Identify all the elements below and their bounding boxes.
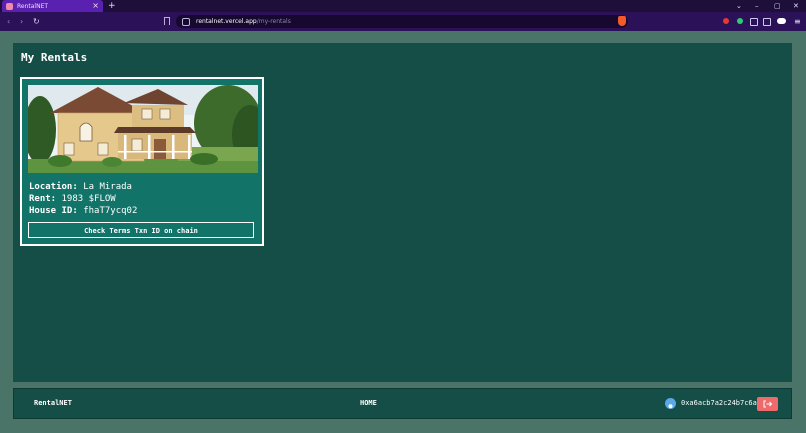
house-id-row: House ID: fhaT7ycq02: [29, 205, 137, 217]
location-row: Location: La Mirada: [29, 181, 137, 193]
back-icon[interactable]: ‹: [7, 12, 10, 31]
extension-record-icon[interactable]: [723, 18, 729, 24]
forward-icon[interactable]: ›: [20, 12, 23, 31]
url-path: /my-rentals: [256, 18, 291, 25]
maximize-icon[interactable]: ▢: [774, 0, 781, 12]
site-info-icon[interactable]: [182, 17, 190, 26]
house-id-value: fhaT7ycq02: [83, 206, 138, 216]
extensions-icon[interactable]: [750, 18, 758, 26]
logout-button[interactable]: [757, 397, 778, 411]
house-id-label: House ID:: [29, 206, 78, 216]
reload-icon[interactable]: ↻: [33, 12, 40, 31]
house-image: [28, 85, 258, 173]
minimize-icon[interactable]: –: [755, 0, 759, 12]
user-avatar-icon: [665, 398, 676, 409]
tab-list-icon[interactable]: ⌄: [736, 0, 742, 12]
bookmark-icon[interactable]: [164, 17, 170, 25]
footer: RentalNET HOME 0xa6acb7a2c24b7c6a: [13, 388, 792, 419]
new-tab-icon[interactable]: +: [108, 0, 116, 12]
close-window-icon[interactable]: ✕: [793, 0, 799, 12]
wallet-icon[interactable]: [777, 18, 786, 24]
url-host: rentalnet.vercel.app: [196, 18, 257, 25]
rent-row: Rent: 1983 $FLOW: [29, 193, 137, 205]
browser-toolbar: ‹ › ↻ rentalnet.vercel.app/my-rentals ≡: [0, 12, 806, 31]
footer-brand: RentalNET: [34, 399, 72, 407]
sidebar-icon[interactable]: [763, 18, 771, 26]
page-title: My Rentals: [21, 51, 88, 64]
rentals-panel: My Rentals Location: La Mirada Rent: 198…: [13, 43, 792, 382]
rental-info: Location: La Mirada Rent: 1983 $FLOW Hou…: [29, 181, 137, 217]
menu-icon[interactable]: ≡: [794, 12, 801, 31]
wallet-address: 0xa6acb7a2c24b7c6a: [681, 399, 757, 407]
house-illustration: [28, 85, 258, 173]
check-terms-button[interactable]: Check Terms Txn ID on chain: [28, 222, 254, 238]
rent-label: Rent:: [29, 194, 57, 204]
location-label: Location:: [29, 182, 78, 192]
home-link[interactable]: HOME: [360, 389, 377, 418]
extension-green-icon[interactable]: [737, 18, 743, 24]
tab-close-icon[interactable]: ×: [92, 0, 99, 12]
browser-tab[interactable]: RentalNET ×: [2, 0, 103, 12]
address-bar[interactable]: rentalnet.vercel.app/my-rentals: [176, 15, 628, 28]
logout-icon: [763, 400, 773, 408]
tab-title: RentalNET: [17, 2, 49, 10]
brave-shield-icon[interactable]: [618, 16, 626, 26]
rental-card: Location: La Mirada Rent: 1983 $FLOW Hou…: [20, 77, 264, 246]
browser-tab-bar: RentalNET × + ⌄ – ▢ ✕: [0, 0, 806, 12]
rent-value: 1983 $FLOW: [61, 194, 116, 204]
location-value: La Mirada: [83, 182, 132, 192]
rentalnet-favicon-icon: [6, 2, 13, 10]
